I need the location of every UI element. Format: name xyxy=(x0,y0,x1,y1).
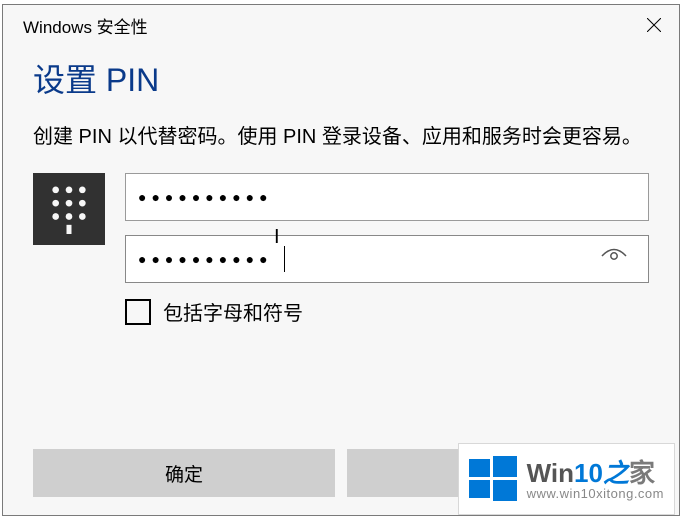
windows-security-dialog: Windows 安全性 设置 PIN 创建 PIN 以代替密码。使用 PIN 登… xyxy=(2,4,680,516)
watermark-brand: Win10之家 xyxy=(527,460,664,487)
watermark-text: Win10之家 www.win10xitong.com xyxy=(527,460,664,501)
windows-logo-icon xyxy=(469,454,517,507)
caret xyxy=(284,246,285,272)
watermark: Win10之家 www.win10xitong.com xyxy=(458,443,675,515)
watermark-win: Win xyxy=(527,458,574,488)
reveal-password-icon[interactable] xyxy=(600,247,628,271)
pin-pad-icon xyxy=(33,173,105,245)
fields-column: ●●●●●●●●●● ●●●●●●●●●● I 包括字母和符号 xyxy=(125,173,649,326)
watermark-10: 10 xyxy=(574,458,603,488)
watermark-jia: 家 xyxy=(629,458,655,488)
confirm-pin-mask: ●●●●●●●●●● xyxy=(138,251,273,267)
checkbox-box[interactable] xyxy=(125,299,151,325)
titlebar-title: Windows 安全性 xyxy=(23,13,629,38)
checkbox-label: 包括字母和符号 xyxy=(163,297,303,326)
watermark-zhi: 之 xyxy=(603,458,629,488)
confirm-pin-input[interactable]: ●●●●●●●●●● I xyxy=(125,235,649,283)
close-button[interactable] xyxy=(629,5,679,45)
pin-mask: ●●●●●●●●●● xyxy=(138,189,273,205)
titlebar: Windows 安全性 xyxy=(3,5,679,45)
description-text: 创建 PIN 以代替密码。使用 PIN 登录设备、应用和服务时会更容易。 xyxy=(3,121,679,173)
close-icon xyxy=(647,18,661,32)
ok-button[interactable]: 确定 xyxy=(33,449,335,497)
form-row: ●●●●●●●●●● ●●●●●●●●●● I 包括字母和符号 xyxy=(3,173,679,326)
include-letters-symbols-checkbox[interactable]: 包括字母和符号 xyxy=(125,297,649,326)
page-title: 设置 PIN xyxy=(3,45,679,121)
pin-input[interactable]: ●●●●●●●●●● xyxy=(125,173,649,221)
watermark-url: www.win10xitong.com xyxy=(527,487,664,501)
ok-button-label: 确定 xyxy=(165,460,203,487)
